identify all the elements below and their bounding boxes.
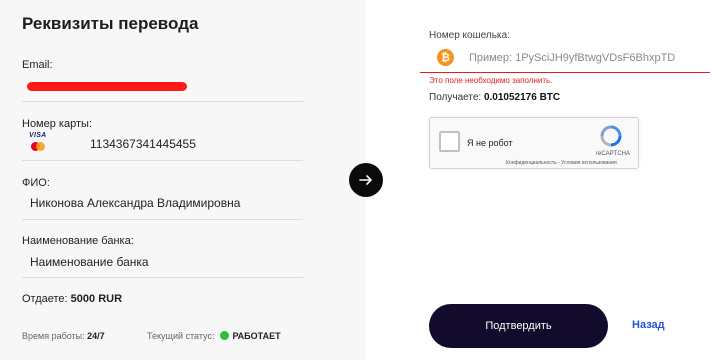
card-number-label: Номер карты: — [22, 118, 92, 130]
back-link[interactable]: Назад — [632, 319, 665, 331]
fio-label: ФИО: — [22, 177, 50, 189]
email-label: Email: — [22, 59, 53, 71]
email-redacted-value — [27, 82, 187, 91]
wallet-input-underline — [420, 72, 710, 73]
status-dot-icon — [220, 331, 230, 340]
wallet-error-message: Это поле необходимо заполнить. — [429, 76, 553, 85]
confirm-button[interactable]: Подтвердить — [429, 304, 608, 348]
status-label: Текущий статус: — [147, 331, 215, 341]
recaptcha-label: Я не робот — [467, 138, 513, 148]
amount-give-label: Отдаете: — [22, 293, 68, 305]
wallet-input[interactable] — [469, 47, 707, 69]
recaptcha-terms-link[interactable]: Конфиденциальность - Условия использован… — [506, 160, 617, 166]
bank-name-label: Наименование банка: — [22, 235, 134, 247]
card-divider — [22, 160, 303, 161]
bank-name-value: Наименование банка — [30, 255, 149, 269]
arrow-right-icon — [349, 163, 383, 197]
amount-receive-value: 0.01052176 BTC — [483, 92, 561, 103]
working-hours-value: 24/7 — [87, 331, 105, 341]
recaptcha-widget: Я не робот reCAPTCHA Конфиденциальность … — [429, 117, 639, 169]
wallet-label: Номер кошелька: — [429, 30, 510, 41]
amount-receive-label: Получаете: — [429, 92, 482, 103]
email-divider — [22, 101, 303, 102]
fio-divider — [22, 219, 303, 220]
fio-value: Никонова Александра Владимировна — [30, 196, 241, 210]
working-hours: Время работы: 24/7 — [22, 331, 105, 341]
amount-give: Отдаете: 5000 RUR — [22, 293, 122, 305]
card-logos: VISA — [29, 132, 49, 151]
panel-title: Реквизиты перевода — [22, 14, 199, 33]
recaptcha-logo-icon — [600, 125, 622, 147]
bitcoin-icon: ₿ — [437, 49, 454, 66]
bank-divider — [22, 277, 303, 278]
mastercard-icon — [31, 142, 45, 151]
visa-icon: VISA — [29, 132, 47, 139]
status-value: РАБОТАЕТ — [232, 331, 281, 341]
working-hours-label: Время работы: — [22, 331, 85, 341]
wallet-field[interactable]: ₿ — [429, 45, 709, 72]
card-number-value: 1134367341445455 — [90, 137, 196, 151]
amount-receive: Получаете: 0.01052176 BTC — [429, 92, 560, 103]
transfer-details-panel: Реквизиты перевода Email: Номер карты: V… — [0, 0, 366, 360]
transfer-page: Реквизиты перевода Email: Номер карты: V… — [0, 0, 725, 360]
amount-give-value: 5000 RUR — [70, 293, 123, 305]
recaptcha-checkbox[interactable] — [439, 131, 460, 152]
recaptcha-brand: reCAPTCHA — [596, 151, 631, 157]
current-status: Текущий статус: РАБОТАЕТ — [147, 331, 281, 341]
